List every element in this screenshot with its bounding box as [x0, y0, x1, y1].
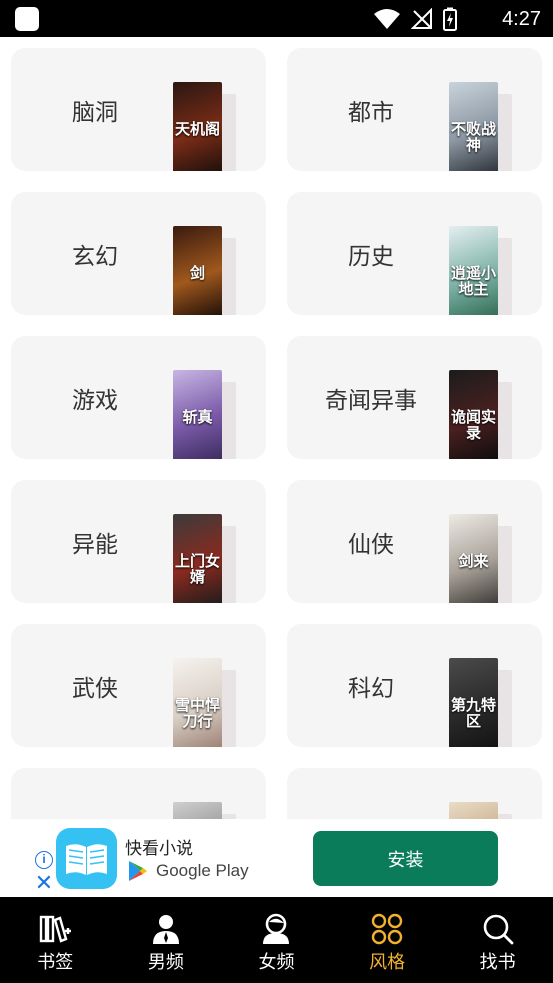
category-label [287, 768, 455, 819]
status-icons [373, 6, 457, 32]
category-card[interactable] [287, 768, 542, 819]
category-card[interactable]: 都市不败战神 [287, 48, 542, 171]
nav-label: 找书 [479, 952, 516, 973]
nav-label: 男频 [147, 952, 184, 973]
wifi-icon [374, 9, 400, 29]
book-cover-image: 上门女婿 [173, 514, 222, 603]
cover-title: 剑 [189, 263, 205, 282]
nav-item-bookshelf[interactable]: 书签 [0, 897, 111, 983]
nav-item-search[interactable]: 找书 [442, 897, 553, 983]
category-card[interactable]: 奇闻异事诡闻实录 [287, 336, 542, 459]
ad-store: Google Play [128, 860, 249, 882]
book-cover-image: 斩真 [173, 370, 222, 459]
nav-item-female-reader[interactable]: 女频 [221, 897, 332, 983]
category-label: 游戏 [72, 387, 118, 414]
notification-icon [15, 7, 39, 31]
category-label: 历史 [348, 243, 394, 270]
cover-title: 不败战神 [450, 119, 496, 154]
category-label: 武侠 [72, 675, 118, 702]
category-card[interactable]: 科幻第九特区 [287, 624, 542, 747]
category-card[interactable]: 脑洞天机阁 [11, 48, 266, 171]
book-cover-image: 第九特区 [449, 658, 498, 747]
female-reader-icon [263, 913, 290, 944]
book-cover-image: 诡闻实录 [449, 370, 498, 459]
nav-label: 风格 [369, 952, 406, 973]
book-cover-image: 不败战神 [449, 82, 498, 171]
cover-title: 诡闻实录 [450, 407, 496, 442]
status-bar: 4:27 [0, 0, 553, 37]
cover-title: 剑来 [458, 551, 489, 570]
nav-label: 女频 [258, 952, 295, 973]
book-cover-image: 天机阁 [173, 82, 222, 171]
category-card[interactable]: 玄幻剑 [11, 192, 266, 315]
book-cover-image: 剑 [173, 226, 222, 315]
category-card[interactable]: 武侠雪中悍刀行 [11, 624, 266, 747]
category-label: 奇闻异事 [325, 387, 417, 414]
book-cover-image [173, 802, 222, 819]
book-cover-image: 雪中悍刀行 [173, 658, 222, 747]
category-label: 都市 [348, 99, 394, 126]
category-label: 脑洞 [72, 99, 118, 126]
category-label: 科幻 [348, 675, 394, 702]
ad-close-icon[interactable]: ✕ [34, 872, 54, 894]
install-button[interactable]: 安装 [313, 831, 498, 886]
ad-store-name: Google Play [156, 861, 249, 880]
ad-app-name[interactable]: 快看小说 [125, 834, 193, 859]
bookshelf-icon [40, 915, 72, 943]
search-icon [483, 914, 514, 945]
male-reader-icon [152, 915, 179, 944]
bottom-nav: 书签 男频 女频 风格 找书 [0, 897, 553, 983]
category-label: 玄幻 [72, 243, 118, 270]
category-card[interactable]: 历史逍遥小地主 [287, 192, 542, 315]
no-signal-icon [411, 8, 432, 29]
category-card[interactable]: 游戏斩真 [11, 336, 266, 459]
cover-title: 斩真 [182, 407, 213, 426]
style-grid-icon [371, 913, 403, 945]
book-cover-image: 剑来 [449, 514, 498, 603]
cover-title: 雪中悍刀行 [174, 695, 220, 730]
nav-label: 书签 [37, 952, 74, 973]
book-cover-image [449, 802, 498, 819]
book-cover-image: 逍遥小地主 [449, 226, 498, 315]
nav-item-style-grid[interactable]: 风格 [332, 897, 443, 983]
cover-title: 天机阁 [174, 119, 220, 138]
clock: 4:27 [502, 8, 541, 30]
cover-title: 逍遥小地主 [450, 263, 496, 298]
category-card[interactable] [11, 768, 266, 819]
battery-charging-icon [443, 7, 457, 31]
app-book-icon[interactable] [56, 828, 117, 889]
category-label: 异能 [72, 531, 118, 558]
category-card[interactable]: 异能上门女婿 [11, 480, 266, 603]
category-label [11, 768, 179, 819]
category-label: 仙侠 [348, 531, 394, 558]
category-grid[interactable]: 脑洞 天机阁 都市 不败战神 玄幻剑历史 逍遥小地主 游戏 斩真 奇闻异事 诡闻实录 异能 上门女婿仙… [0, 37, 553, 819]
open-book-icon [66, 844, 107, 875]
cover-title: 第九特区 [450, 695, 496, 730]
category-card[interactable]: 仙侠剑来 [287, 480, 542, 603]
google-play-icon [129, 861, 147, 881]
nav-item-male-reader[interactable]: 男频 [111, 897, 222, 983]
ad-info-icon[interactable]: i [35, 851, 53, 869]
cover-title: 上门女婿 [174, 551, 220, 586]
